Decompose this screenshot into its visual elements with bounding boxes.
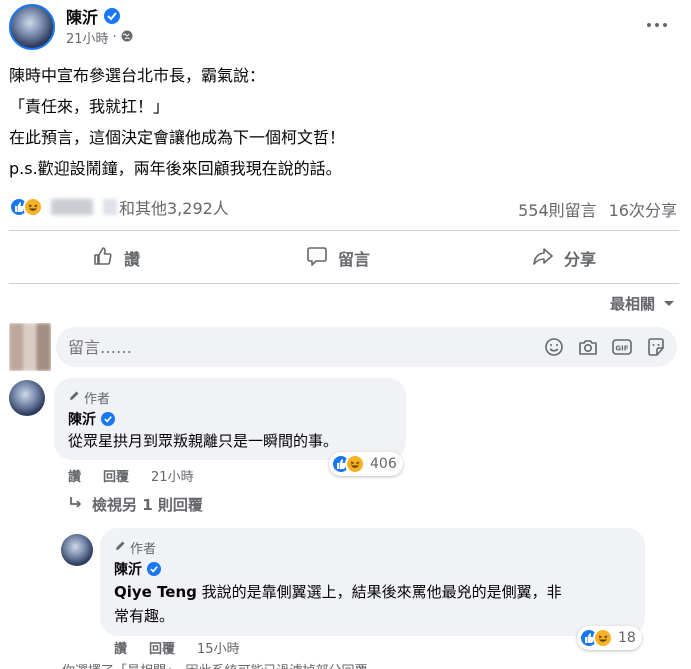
thumbs-up-icon [92, 245, 114, 271]
meta-separator: · [112, 30, 117, 45]
shares-count-link[interactable]: 16次分享 [609, 197, 677, 221]
haha-reaction-icon [593, 628, 613, 648]
haha-reaction-icon [345, 454, 365, 474]
comment-reactions[interactable]: 406 [329, 452, 403, 476]
like-button[interactable]: 讚 [92, 237, 140, 279]
reply-author-row: 陳沂 [114, 559, 161, 579]
reply-like-link[interactable]: 讚 [114, 638, 127, 657]
reply-bubble: 作者 陳沂 Qiye Teng 我說的是靠側翼選上，結果後來罵他最兇的是側翼，非… [100, 528, 645, 636]
more-options-icon[interactable] [644, 12, 670, 38]
view-more-replies[interactable]: 檢視另 1 則回覆 [68, 494, 203, 515]
comment-text: 從眾星拱月到眾叛親離只是一瞬間的事。 [68, 432, 339, 450]
reply-text-line: 我說的是靠側翼選上，結果後來罵他最兇的是側翼，非 [196, 583, 562, 601]
filter-notice: 你選擇了「最相關」，因此系統可能已過濾掉部分回覆。 [62, 660, 381, 669]
post-line: 在此預言，這個決定會讓他成為下一個柯文哲！ [9, 128, 346, 147]
emoji-icon[interactable] [543, 336, 565, 358]
comment-author-avatar[interactable] [9, 380, 45, 416]
reply-reactions[interactable]: 18 [577, 626, 642, 650]
sticker-icon[interactable] [645, 336, 667, 358]
author-tag-label: 作者 [130, 542, 157, 557]
reply-arrow-icon [68, 495, 84, 515]
author-tag-label: 作者 [84, 392, 111, 407]
verified-badge-icon [147, 562, 161, 576]
comment-button-label: 留言 [338, 250, 371, 269]
reply-meta: 讚 回覆 15小時 [114, 638, 240, 657]
comments-count-link[interactable]: 554則留言 [518, 197, 597, 221]
post-author-avatar[interactable] [9, 4, 55, 50]
share-arrow-icon [532, 245, 554, 271]
reply-author-avatar[interactable] [61, 534, 93, 566]
blurred-friend-name [103, 199, 117, 215]
share-button[interactable]: 分享 [532, 237, 596, 279]
view-more-replies-label: 檢視另 1 則回覆 [92, 496, 203, 514]
comment-bubble: 作者 陳沂 從眾星拱月到眾叛親離只是一瞬間的事。 [54, 378, 406, 460]
reactions-others-text: 和其他3,292人 [119, 199, 229, 218]
comment-text-field[interactable] [68, 335, 528, 359]
pencil-icon [68, 390, 80, 406]
comment-input[interactable]: GIF [56, 327, 677, 367]
public-globe-icon [121, 30, 133, 46]
current-user-avatar[interactable] [9, 323, 51, 371]
verified-badge-icon [101, 412, 115, 426]
camera-icon[interactable] [577, 336, 599, 358]
comment-meta: 讚 回覆 21小時 [68, 466, 194, 485]
blurred-friend-name [51, 199, 93, 215]
post-body: 陳時中宣布參選台北市長，霸氣說： 「責任來，我就扛！」 在此預言，這個決定會讓他… [9, 60, 345, 184]
reply-reply-link[interactable]: 回覆 [149, 638, 175, 657]
comment-author-name[interactable]: 陳沂 [68, 409, 96, 429]
author-tag: 作者 [68, 388, 110, 407]
chevron-down-icon [663, 295, 675, 313]
reactions-summary[interactable]: 和其他3,292人 [9, 195, 229, 219]
like-button-label: 讚 [124, 250, 141, 269]
reaction-count: 18 [618, 630, 636, 646]
gif-icon[interactable]: GIF [611, 336, 633, 358]
post-line: 「責任來，我就扛！」 [9, 97, 170, 116]
reaction-count: 406 [370, 456, 397, 472]
reply-text-line: 常有趣。 [114, 607, 175, 625]
share-button-label: 分享 [564, 250, 597, 269]
sort-dropdown[interactable]: 最相關 [610, 293, 675, 314]
pencil-icon [114, 540, 126, 556]
comment-button[interactable]: 留言 [306, 237, 370, 279]
divider [9, 230, 679, 231]
verified-badge-icon [104, 8, 121, 24]
post-author-name[interactable]: 陳沂 [66, 4, 98, 28]
engagement-counts: 554則留言 16次分享 [518, 197, 677, 221]
post-line: 陳時中宣布參選台北市長，霸氣說： [9, 66, 266, 85]
divider [9, 283, 679, 284]
comment-like-link[interactable]: 讚 [68, 466, 81, 485]
reply-time[interactable]: 15小時 [197, 638, 240, 657]
post-actions: 讚 留言 分享 [0, 237, 691, 279]
post-time[interactable]: 21小時 [66, 28, 109, 47]
mention-link[interactable]: Qiye Teng [114, 583, 197, 601]
author-tag: 作者 [114, 538, 156, 557]
reply-author-name[interactable]: 陳沂 [114, 559, 142, 579]
sort-label: 最相關 [609, 295, 655, 313]
comment-reply-link[interactable]: 回覆 [103, 466, 129, 485]
post-author-row: 陳沂 [66, 4, 121, 28]
post-line: p.s.歡迎設鬧鐘，兩年後來回顧我現在說的話。 [9, 159, 342, 178]
svg-text:GIF: GIF [615, 345, 628, 353]
comment-bubble-icon [306, 245, 328, 271]
comment-time[interactable]: 21小時 [151, 466, 194, 485]
post-meta: 21小時 · [66, 28, 133, 47]
reply-text: Qiye Teng 我說的是靠側翼選上，結果後來罵他最兇的是側翼，非 常有趣。 [114, 580, 634, 628]
haha-reaction-icon [23, 197, 43, 217]
comment-author-row: 陳沂 [68, 409, 115, 429]
